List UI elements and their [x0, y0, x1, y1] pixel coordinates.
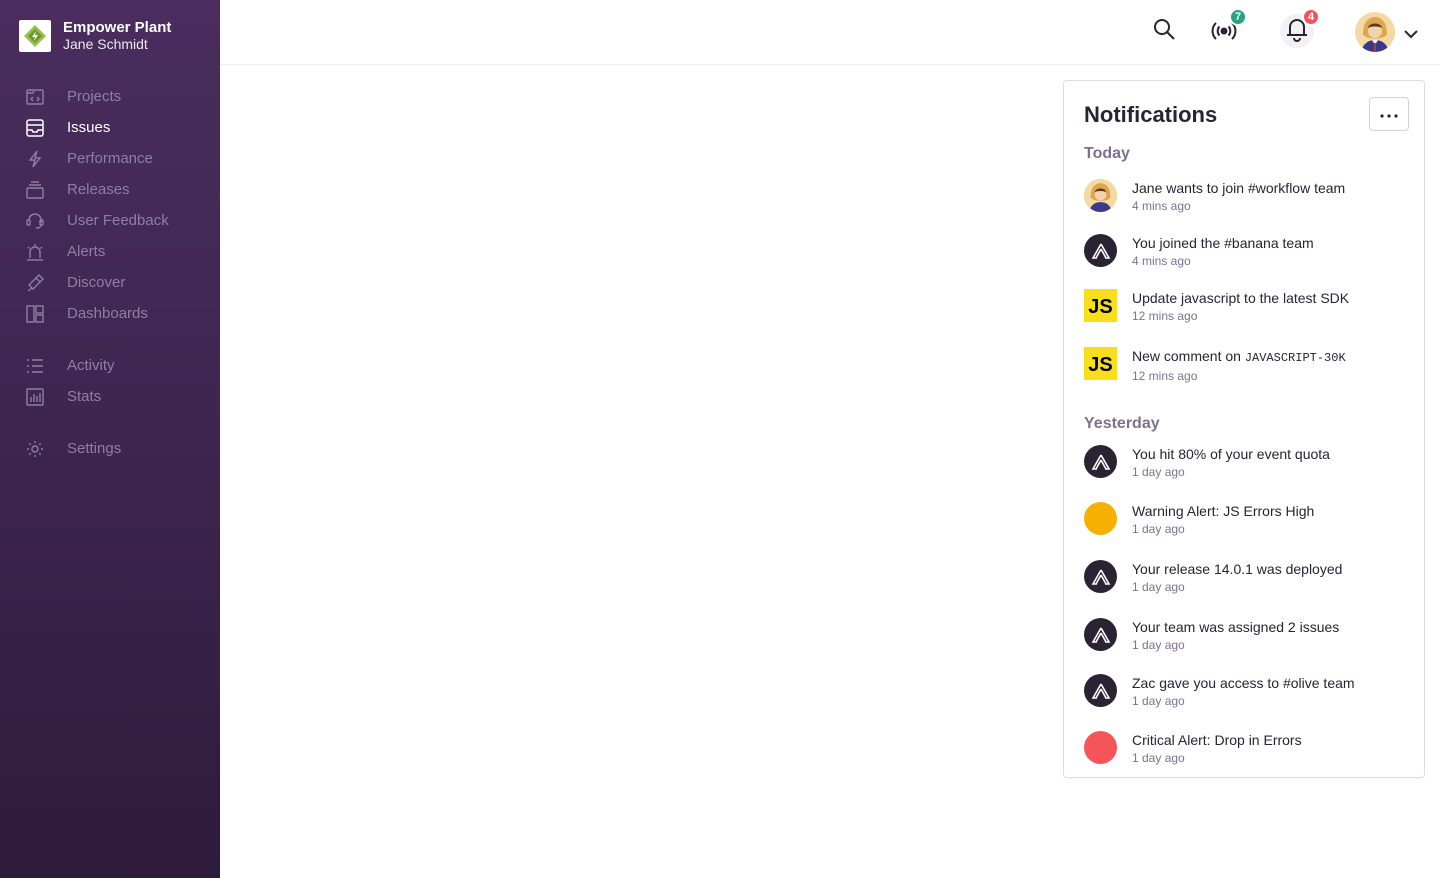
chevron-down-icon: [1403, 26, 1419, 44]
sidebar-item-user-feedback[interactable]: User Feedback: [0, 205, 220, 236]
notification-text: Your release 14.0.1 was deployed: [1132, 561, 1343, 577]
sidebar-item-issues[interactable]: Issues: [0, 112, 220, 143]
sidebar-item-label: Performance: [67, 150, 153, 167]
more-options-button[interactable]: [1369, 97, 1409, 131]
sidebar-nav: Projects Issues Performance Releases Use…: [0, 81, 220, 464]
section-today: Today: [1084, 145, 1130, 162]
org-name: Empower Plant: [63, 19, 172, 36]
notifications-button[interactable]: 4: [1280, 8, 1320, 48]
section-yesterday: Yesterday: [1084, 415, 1160, 432]
sentry-icon: [1084, 560, 1117, 593]
notification-text: You joined the #banana team: [1132, 235, 1314, 251]
notification-time: 1 day ago: [1132, 580, 1185, 594]
notification-text-prefix: New comment on: [1132, 348, 1245, 364]
notification-text: Critical Alert: Drop in Errors: [1132, 732, 1302, 748]
notification-text: Update javascript to the latest SDK: [1132, 290, 1350, 306]
settings-icon: [25, 439, 45, 459]
notification-time: 1 day ago: [1132, 638, 1185, 652]
notifications-title: Notifications: [1084, 102, 1218, 127]
org-logo: [19, 20, 51, 52]
projects-icon: [25, 87, 45, 107]
org-switcher[interactable]: Empower Plant Jane Schmidt: [19, 19, 171, 53]
issues-icon: [25, 118, 45, 138]
sentry-icon: [1084, 674, 1117, 707]
notification-item[interactable]: Your team was assigned 2 issues 1 day ag…: [1084, 618, 1404, 653]
notification-item[interactable]: Jane wants to join #workflow team 4 mins…: [1084, 179, 1404, 214]
notification-time: 1 day ago: [1132, 694, 1185, 708]
notification-item[interactable]: Zac gave you access to #olive team 1 day…: [1084, 674, 1404, 709]
sentry-icon: [1084, 445, 1117, 478]
discover-icon: [25, 273, 45, 293]
notification-item[interactable]: JS Update javascript to the latest SDK 1…: [1084, 289, 1404, 324]
sidebar-item-label: Projects: [67, 88, 122, 105]
avatar: [1355, 12, 1395, 57]
ellipsis-icon: [1380, 105, 1398, 123]
broadcasts-button[interactable]: 7: [1207, 8, 1247, 48]
search-button[interactable]: [1147, 14, 1181, 48]
performance-icon: [25, 149, 45, 169]
notification-time: 1 day ago: [1132, 751, 1185, 765]
sidebar-item-dashboards[interactable]: Dashboards: [0, 298, 220, 329]
sidebar-item-label: Settings: [67, 440, 122, 457]
broadcast-badge: 7: [1229, 8, 1247, 26]
warning-dot: [1084, 502, 1117, 535]
sidebar-item-activity[interactable]: Activity: [0, 350, 220, 381]
sidebar-item-label: Issues: [67, 119, 111, 136]
notification-item[interactable]: You hit 80% of your event quota 1 day ag…: [1084, 445, 1404, 480]
alerts-icon: [25, 242, 45, 262]
notification-item[interactable]: Critical Alert: Drop in Errors 1 day ago: [1084, 731, 1404, 766]
sidebar-item-releases[interactable]: Releases: [0, 174, 220, 205]
notification-item[interactable]: Your release 14.0.1 was deployed 1 day a…: [1084, 560, 1404, 595]
notification-item[interactable]: JS New comment on JAVASCRIPT-30K 12 mins…: [1084, 347, 1404, 384]
issue-id[interactable]: JAVASCRIPT-30K: [1245, 351, 1346, 365]
org-user: Jane Schmidt: [63, 36, 148, 52]
sidebar-item-label: Dashboards: [67, 305, 148, 322]
releases-icon: [25, 180, 45, 200]
javascript-icon: JS: [1084, 347, 1117, 380]
notifications-badge: 4: [1302, 8, 1320, 26]
sentry-icon: [1084, 234, 1117, 267]
sidebar-item-projects[interactable]: Projects: [0, 81, 220, 112]
sentry-icon: [1084, 618, 1117, 651]
activity-icon: [25, 356, 45, 376]
user-feedback-icon: [25, 211, 45, 231]
notification-text: Warning Alert: JS Errors High: [1132, 503, 1315, 519]
critical-dot: [1084, 731, 1117, 764]
notification-time: 4 mins ago: [1132, 254, 1191, 268]
notification-text: You hit 80% of your event quota: [1132, 446, 1330, 462]
top-bar: 7 4: [220, 0, 1440, 65]
sidebar: Empower Plant Jane Schmidt Projects Issu…: [0, 0, 220, 878]
notification-time: 12 mins ago: [1132, 369, 1198, 383]
notification-time: 12 mins ago: [1132, 309, 1198, 323]
search-icon: [1152, 17, 1176, 46]
notification-time: 4 mins ago: [1132, 199, 1191, 213]
sidebar-item-discover[interactable]: Discover: [0, 267, 220, 298]
notification-text: Jane wants to join #workflow team: [1132, 180, 1346, 196]
notification-time: 1 day ago: [1132, 465, 1185, 479]
stats-icon: [25, 387, 45, 407]
sidebar-item-performance[interactable]: Performance: [0, 143, 220, 174]
notification-text: New comment on JAVASCRIPT-30K: [1132, 347, 1346, 367]
dashboards-icon: [25, 304, 45, 324]
sidebar-item-label: Releases: [67, 181, 130, 198]
notification-item[interactable]: Warning Alert: JS Errors High 1 day ago: [1084, 502, 1404, 537]
user-menu[interactable]: [1355, 12, 1419, 57]
sidebar-item-alerts[interactable]: Alerts: [0, 236, 220, 267]
notification-text: Your team was assigned 2 issues: [1132, 619, 1340, 635]
user-avatar: [1084, 179, 1117, 212]
sidebar-item-label: User Feedback: [67, 212, 169, 229]
sidebar-item-stats[interactable]: Stats: [0, 381, 220, 412]
sidebar-item-label: Activity: [67, 357, 115, 374]
notifications-panel: Notifications Today Jane wants to join #…: [1063, 80, 1425, 778]
sidebar-item-label: Alerts: [67, 243, 106, 260]
sidebar-item-settings[interactable]: Settings: [0, 433, 220, 464]
notification-item[interactable]: You joined the #banana team 4 mins ago: [1084, 234, 1404, 269]
javascript-icon: JS: [1084, 289, 1117, 322]
sidebar-item-label: Stats: [67, 388, 102, 405]
notification-text: Zac gave you access to #olive team: [1132, 675, 1355, 691]
notification-time: 1 day ago: [1132, 522, 1185, 536]
sidebar-item-label: Discover: [67, 274, 126, 291]
